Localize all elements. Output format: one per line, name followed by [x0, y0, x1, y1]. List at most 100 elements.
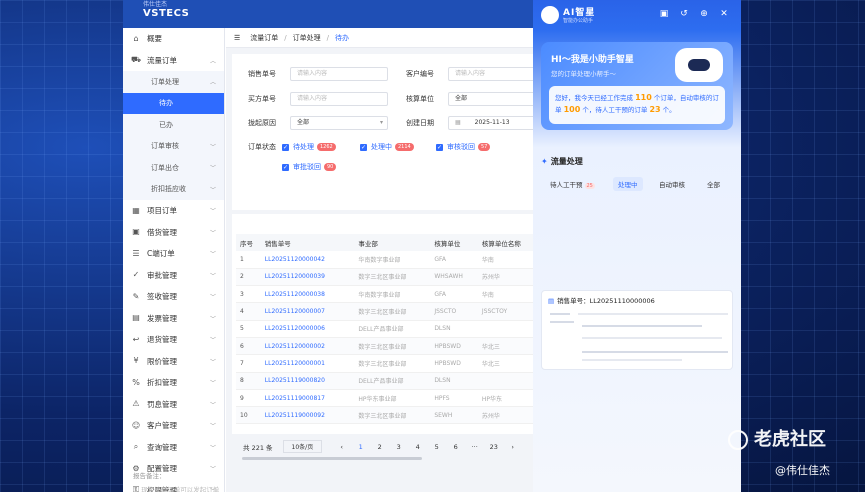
ai-tab-processing[interactable]: 处理中: [613, 177, 643, 191]
table-row[interactable]: 7LL20251120000001数字三北区事业部HPBSWD华北三苏: [236, 354, 540, 373]
column-header: 事业部: [354, 234, 431, 251]
sidebar-item-13[interactable]: ⌕ 查询管理 ﹀: [123, 437, 224, 459]
status-pending-checkbox[interactable]: ✓ 待处理 1262: [282, 142, 336, 152]
page-number[interactable]: 3: [389, 443, 408, 451]
status-processing-checkbox[interactable]: ✓ 处理中 2114: [360, 142, 414, 152]
page-number[interactable]: 6: [446, 443, 465, 451]
sidebar-leaf-0[interactable]: 待办: [123, 92, 224, 114]
ai-tab-manual[interactable]: 待人工干预 25: [545, 177, 600, 191]
save-icon[interactable]: ▣: [658, 8, 670, 20]
sidebar-item-2[interactable]: ▦ 项目订单 ﹀: [123, 200, 224, 222]
breadcrumb-item-1[interactable]: 流量订单: [250, 33, 278, 43]
table-cell: 华南数字事业部: [354, 251, 431, 269]
page-number[interactable]: 1: [351, 443, 370, 451]
add-icon[interactable]: ⊕: [698, 8, 710, 20]
status-approve-reject-checkbox[interactable]: ✓ 审批驳回 90: [282, 162, 337, 172]
buyer-no-input[interactable]: 请输入内容: [290, 92, 388, 106]
created-date-picker[interactable]: ▦ 2025-11-13: [448, 116, 540, 130]
sales-no-link[interactable]: LL20251120000042: [260, 251, 355, 269]
order-preview-card[interactable]: ▤ 销售单号：LL20251110000006: [541, 290, 733, 370]
sidebar-item-9[interactable]: ¥ 限价管理 ﹀: [123, 351, 224, 373]
sidebar-item-6[interactable]: ✎ 签收管理 ﹀: [123, 286, 224, 308]
column-header: 销售单号: [260, 234, 355, 251]
sidebar-sub-1[interactable]: 订单出仓 ﹀: [123, 157, 224, 179]
table-row[interactable]: 6LL20251120000002数字三北区事业部HPBSWD华北三苏: [236, 337, 540, 356]
chevron-down-icon: ﹀: [209, 294, 216, 302]
table-row[interactable]: 10LL20251119000092数字三北区事业部SEWH苏州华苏: [236, 406, 540, 425]
table-cell: HP华东: [477, 389, 540, 408]
table-row[interactable]: 2LL20251120000039数字三北区事业部WHSAWH苏州华苏: [236, 268, 540, 287]
sidebar-item-label: 借货管理: [147, 227, 177, 237]
sidebar-item-1[interactable]: ⛟ 流量订单 ︿: [123, 50, 224, 72]
sidebar-sub-0[interactable]: 订单审核 ﹀: [123, 135, 224, 157]
sales-no-link[interactable]: LL20251119000817: [260, 389, 355, 408]
sidebar-item-10[interactable]: % 折扣管理 ﹀: [123, 372, 224, 394]
sidebar-item-5[interactable]: ✓ 审批管理 ﹀: [123, 265, 224, 287]
sales-no-link[interactable]: LL20251119000820: [260, 372, 355, 390]
horizontal-scrollbar[interactable]: [242, 457, 422, 460]
page-size-select[interactable]: 10条/页: [282, 440, 323, 453]
created-date-label: 创建日期: [406, 119, 434, 127]
sidebar-item-0[interactable]: ⌂ 概要: [123, 28, 224, 50]
sales-no-link[interactable]: LL20251120000039: [260, 268, 355, 287]
tab-label: 全部: [707, 181, 720, 189]
sidebar-sub-order-process[interactable]: 订单处理 ︿: [123, 71, 224, 93]
history-icon[interactable]: ↺: [678, 8, 690, 20]
page-number[interactable]: ···: [465, 443, 484, 451]
sales-no-link[interactable]: LL20251120000007: [260, 302, 355, 321]
page-number[interactable]: 23: [484, 443, 503, 451]
status-audit-reject-checkbox[interactable]: ✓ 审核驳回 57: [436, 142, 491, 152]
preview-title: ▤ 销售单号：LL20251110000006: [548, 295, 655, 305]
chevron-down-icon: ﹀: [209, 380, 216, 388]
return-icon: ↩: [132, 334, 140, 344]
sidebar-leaf-1[interactable]: 已办: [123, 114, 224, 136]
table-cell: 3: [236, 285, 261, 304]
table-row[interactable]: 1LL20251120000042华南数字事业部GFA华南上: [236, 251, 540, 269]
close-icon[interactable]: ✕: [718, 8, 730, 20]
ai-tab-all[interactable]: 全部: [702, 177, 725, 191]
sales-no-link[interactable]: LL20251120000002: [260, 337, 355, 356]
page-number[interactable]: 4: [408, 443, 427, 451]
sales-no-link[interactable]: LL20251120000001: [260, 354, 355, 373]
sidebar-item-label: 审批管理: [147, 270, 177, 280]
table-cell: DELL产品事业部: [354, 372, 431, 390]
table-cell: 2: [236, 268, 261, 287]
table-row[interactable]: 9LL20251119000817HP华东事业部HPFSHP华东上: [236, 389, 540, 408]
sales-no-link[interactable]: LL20251120000038: [260, 285, 355, 304]
sidebar-item-12[interactable]: ☺ 客户管理 ﹀: [123, 415, 224, 437]
sidebar-item-4[interactable]: ☰ C端订单 ﹀: [123, 243, 224, 265]
sidebar-item-7[interactable]: ▤ 发票管理 ﹀: [123, 308, 224, 330]
next-page-icon[interactable]: ›: [503, 443, 522, 451]
sidebar-item-11[interactable]: ⚠ 罚息管理 ﹀: [123, 394, 224, 416]
breadcrumb-item-2[interactable]: 订单处理: [293, 33, 321, 43]
settle-unit-value: 全部: [455, 95, 468, 102]
list-icon: ☰: [132, 248, 140, 258]
settle-unit-select[interactable]: 全部: [448, 92, 540, 106]
ai-tab-auto[interactable]: 自动审核: [654, 177, 690, 191]
sales-no-input[interactable]: 请输入内容: [290, 67, 388, 81]
ai-logo-icon: [541, 6, 559, 24]
table-row[interactable]: 3LL20251120000038华南数字事业部GFA华南上: [236, 285, 540, 304]
table-cell: 华北三: [477, 337, 540, 356]
table-row[interactable]: 8LL20251119000820DELL产品事业部DLSN上: [236, 372, 540, 390]
page-number[interactable]: 2: [370, 443, 389, 451]
menu-toggle-icon[interactable]: ☰: [234, 34, 240, 42]
prev-page-icon[interactable]: ‹: [332, 443, 351, 451]
brand-logo[interactable]: 伟仕佳杰 VSTECS: [143, 0, 189, 19]
status-approve-reject-label: 审批驳回: [293, 163, 321, 171]
page-number[interactable]: 5: [427, 443, 446, 451]
tab-label: 自动审核: [659, 181, 685, 189]
sidebar-sub-2[interactable]: 折扣抵应收 ﹀: [123, 178, 224, 200]
column-header: 序号: [236, 234, 261, 251]
sales-no-link[interactable]: LL20251119000092: [260, 406, 355, 425]
sidebar-item-8[interactable]: ↩ 退货管理 ﹀: [123, 329, 224, 351]
customer-no-input[interactable]: 请输入内容: [448, 67, 540, 81]
table-cell: SEWH: [430, 406, 478, 425]
reject-reason-select[interactable]: 全部 ▾: [290, 116, 388, 130]
table-row[interactable]: 4LL20251120000007数字三北区事业部JSSCTOJSSCTOY上: [236, 302, 540, 321]
order-table: 序号销售单号事业部核算单位核算单位名称客 1LL20251120000042华南…: [236, 234, 540, 425]
sales-no-link[interactable]: LL20251120000006: [260, 320, 355, 338]
table-row[interactable]: 5LL20251120000006DELL产品事业部DLSN上: [236, 320, 540, 338]
sidebar-item-3[interactable]: ▣ 借货管理 ﹀: [123, 222, 224, 244]
status-processing-label: 处理中: [371, 143, 392, 151]
